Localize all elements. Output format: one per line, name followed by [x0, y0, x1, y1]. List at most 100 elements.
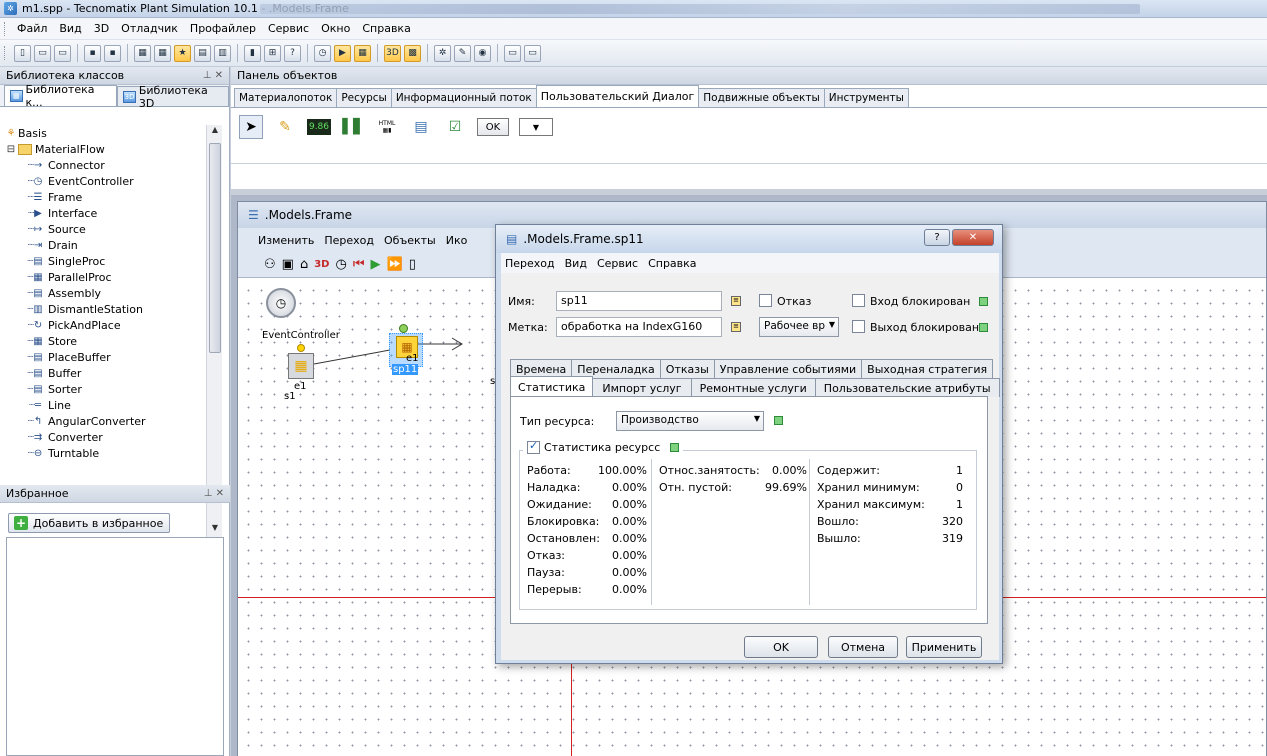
- tree-item[interactable]: ┈⇥ Drain: [0, 237, 218, 253]
- display-icon[interactable]: 9.86: [307, 119, 331, 135]
- binoculars-icon[interactable]: ⚇: [264, 257, 276, 272]
- play-icon[interactable]: ▶: [371, 257, 381, 272]
- tree-item[interactable]: ┈▤ Sorter: [0, 381, 218, 397]
- close-icon[interactable]: ✕: [216, 488, 224, 499]
- tree-item[interactable]: ┈▤ Buffer: [0, 365, 218, 381]
- tab-library-3d[interactable]: 3D Библиотека 3D: [117, 84, 229, 110]
- tree-scrollbar[interactable]: ▲ ▼: [206, 125, 222, 537]
- tab-resources[interactable]: Ресурсы: [336, 88, 392, 107]
- tab-repair-services[interactable]: Ремонтные услуги: [690, 378, 816, 397]
- library-3d-icon[interactable]: ▦: [154, 44, 171, 62]
- exit-blocked-checkbox[interactable]: [852, 320, 865, 333]
- delete-icon[interactable]: ▯: [409, 257, 416, 272]
- step-icon[interactable]: ▦: [354, 44, 371, 62]
- ok-button[interactable]: OK: [744, 636, 818, 658]
- menu-view[interactable]: Вид: [53, 22, 87, 35]
- dialog-menu-help[interactable]: Справка: [648, 257, 696, 270]
- source-icon[interactable]: ▦: [288, 353, 314, 379]
- console-icon[interactable]: ▥: [214, 44, 231, 62]
- tree-item[interactable]: ┈↦ Source: [0, 221, 218, 237]
- event-controller-icon[interactable]: ◷: [314, 44, 331, 62]
- tree-item[interactable]: ┈◷ EventController: [0, 173, 218, 189]
- view-3d-options-icon[interactable]: ▩: [404, 44, 421, 62]
- inheritance-icon[interactable]: ≡: [731, 296, 741, 306]
- tree-root[interactable]: ⚘ Basis: [0, 125, 218, 141]
- favorites-list[interactable]: [6, 537, 224, 756]
- frame-menu-icons[interactable]: Ико: [446, 234, 468, 247]
- pin-icon[interactable]: ⊥: [203, 70, 212, 81]
- object-panel-icon[interactable]: ▤: [194, 44, 211, 62]
- tree-item[interactable]: ┈↻ PickAndPlace: [0, 317, 218, 333]
- apply-button[interactable]: Применить: [906, 636, 982, 658]
- work-time-select[interactable]: Рабочее вр ▼: [759, 317, 839, 337]
- tab-mobile-objects[interactable]: Подвижные объекты: [698, 88, 825, 107]
- frame-menu-objects[interactable]: Объекты: [384, 234, 436, 247]
- tree-item[interactable]: ┈▦ ParallelProc: [0, 269, 218, 285]
- frame-zoom-icon[interactable]: ▣: [282, 257, 294, 272]
- save-icon[interactable]: ▪: [84, 44, 101, 62]
- ok-button-widget[interactable]: OK: [477, 118, 509, 136]
- tab-user-dialog[interactable]: Пользовательский Диалог: [535, 85, 700, 107]
- close-icon[interactable]: ✕: [215, 70, 223, 81]
- menu-help[interactable]: Справка: [356, 22, 416, 35]
- help-icon[interactable]: ?: [284, 44, 301, 62]
- dropdown-widget-icon[interactable]: ▼: [519, 118, 553, 136]
- tab-failures[interactable]: Отказы: [659, 359, 715, 378]
- menu-service[interactable]: Сервис: [262, 22, 315, 35]
- comment-icon[interactable]: ✎: [273, 115, 297, 139]
- tab-statistics[interactable]: Статистика: [510, 376, 594, 397]
- pointer-icon[interactable]: ➤: [239, 115, 263, 139]
- frame-menu-edit[interactable]: Изменить: [258, 234, 314, 247]
- entry-blocked-checkbox[interactable]: [852, 294, 865, 307]
- tree-item[interactable]: ┈↰ AngularConverter: [0, 413, 218, 429]
- tree-item[interactable]: ┈▥ DismantleStation: [0, 301, 218, 317]
- dialog-menu-service[interactable]: Сервис: [597, 257, 638, 270]
- dialog-icon[interactable]: ▤: [409, 115, 433, 139]
- open-recent-icon[interactable]: ▭: [54, 44, 71, 62]
- tree-item[interactable]: ┈☰ Frame: [0, 189, 218, 205]
- menu-debugger[interactable]: Отладчик: [115, 22, 184, 35]
- resource-stats-inherit-icon[interactable]: [670, 443, 680, 452]
- tree-item[interactable]: ┈▦ Store: [0, 333, 218, 349]
- book-icon[interactable]: ▮: [244, 44, 261, 62]
- scroll-down-icon[interactable]: ▼: [207, 523, 223, 537]
- clock-icon[interactable]: ◷: [335, 257, 346, 272]
- resource-type-inherit-icon[interactable]: [774, 416, 783, 425]
- menu-3d[interactable]: 3D: [88, 22, 115, 35]
- failed-checkbox[interactable]: [759, 294, 772, 307]
- reset-icon[interactable]: ⏮: [353, 257, 365, 272]
- tree-item[interactable]: ┈═ Line: [0, 397, 218, 413]
- tab-exit-strategy[interactable]: Выходная стратегия: [861, 359, 994, 378]
- collapse-icon[interactable]: ⊟: [4, 144, 18, 155]
- class-library-icon[interactable]: ▦: [134, 44, 151, 62]
- resource-stats-checkbox[interactable]: [527, 439, 540, 454]
- favorites-star-icon[interactable]: ★: [174, 44, 191, 62]
- resource-type-select[interactable]: Производство ▼: [616, 411, 764, 431]
- menu-profiler[interactable]: Профайлер: [184, 22, 262, 35]
- tree-item[interactable]: ┈⊖ Turntable: [0, 445, 218, 461]
- menu-window[interactable]: Окно: [315, 22, 356, 35]
- tile-icon[interactable]: ▭: [524, 44, 541, 62]
- label-input[interactable]: обработка на IndexG160: [556, 317, 722, 337]
- menu-file[interactable]: Файл: [11, 22, 53, 35]
- help-icon[interactable]: ?: [924, 229, 950, 246]
- bug-icon[interactable]: ✲: [434, 44, 451, 62]
- add-to-favorites-button[interactable]: + Добавить в избранное: [8, 513, 170, 533]
- inheritance-icon[interactable]: ≡: [731, 322, 741, 332]
- tree-item[interactable]: ┈▤ Assembly: [0, 285, 218, 301]
- scroll-up-icon[interactable]: ▲: [207, 125, 223, 139]
- cancel-button[interactable]: Отмена: [828, 636, 898, 658]
- tools-icon[interactable]: ✎: [454, 44, 471, 62]
- new-file-icon[interactable]: ▯: [14, 44, 31, 62]
- scroll-thumb[interactable]: [209, 143, 221, 353]
- close-icon[interactable]: ✕: [952, 229, 994, 246]
- connector-line-1[interactable]: [314, 349, 391, 365]
- exit-blocked-inherit-icon[interactable]: [979, 323, 988, 332]
- tree-item[interactable]: ┈▤ SingleProc: [0, 253, 218, 269]
- open-folder-icon[interactable]: ▭: [34, 44, 51, 62]
- sensor-icon[interactable]: ◉: [474, 44, 491, 62]
- tree-item[interactable]: ┈▶ Interface: [0, 205, 218, 221]
- tab-material-flow[interactable]: Материалопоток: [234, 88, 338, 107]
- dialog-menu-view[interactable]: Вид: [565, 257, 587, 270]
- tab-tools[interactable]: Инструменты: [823, 88, 909, 107]
